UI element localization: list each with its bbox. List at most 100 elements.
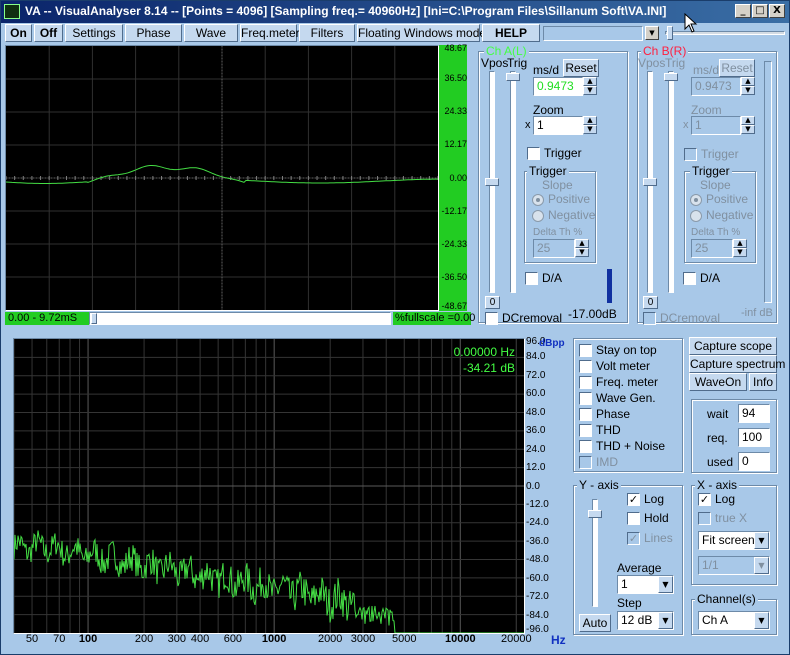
truex-checkbox[interactable] xyxy=(698,512,711,525)
cha-reset-button[interactable]: Reset xyxy=(563,59,599,77)
auto-button[interactable]: Auto xyxy=(579,614,611,632)
chb-negative-radio[interactable] xyxy=(690,210,702,222)
top-slider-track[interactable] xyxy=(665,31,785,35)
spectrum-y-tick: 72.0 xyxy=(526,369,546,381)
spectrum-y-tick: -36.0 xyxy=(526,535,549,547)
info-button[interactable]: Info xyxy=(749,373,777,391)
on-button[interactable]: On xyxy=(5,24,32,42)
average-dropdown-icon[interactable]: ▼ xyxy=(658,576,673,593)
cha-zoom-input[interactable]: 1 xyxy=(533,116,583,135)
chb-dcremoval-label: DCremoval xyxy=(660,311,721,325)
cha-trigger-checkbox[interactable] xyxy=(527,147,540,160)
chb-deltath-label: Delta Th % xyxy=(691,227,741,238)
chb-reset-button[interactable]: Reset xyxy=(719,59,755,77)
step-select[interactable]: 12 dB ▼ xyxy=(617,611,674,630)
scope-y-tick: 48.67 xyxy=(444,43,467,53)
waveon-button[interactable]: WaveOn xyxy=(689,373,747,391)
ratio-select[interactable]: 1/1 ▼ xyxy=(698,556,770,575)
average-select[interactable]: 1 ▼ xyxy=(617,575,674,594)
channels-dropdown-icon[interactable]: ▼ xyxy=(754,612,769,629)
cha-negative-radio[interactable] xyxy=(532,210,544,222)
help-button[interactable]: HELP xyxy=(482,24,540,42)
wait-value: 94 xyxy=(738,404,770,423)
status-dropdown-arrow[interactable]: ▼ xyxy=(645,26,659,40)
cha-zoom-spinner[interactable]: ▲ ▼ xyxy=(583,116,597,135)
chb-dcremoval-checkbox[interactable] xyxy=(643,312,656,325)
cha-msd-input[interactable]: 0.9473 xyxy=(533,77,583,96)
phase-checkbox[interactable] xyxy=(579,408,592,421)
spectrum-x-tick: 20000 xyxy=(500,633,532,645)
volt-meter-checkbox[interactable] xyxy=(579,360,592,373)
chb-da-checkbox[interactable] xyxy=(683,272,696,285)
freq-meter-checkbox[interactable] xyxy=(579,376,592,389)
scope-y-tick: -48.67 xyxy=(441,301,467,311)
cha-deltath-input[interactable]: 25 xyxy=(533,239,575,258)
cha-deltath-spinner[interactable]: ▲ ▼ xyxy=(575,239,589,258)
ratio-dropdown-icon[interactable]: ▼ xyxy=(754,557,769,574)
scope-y-tick: -12.17 xyxy=(441,205,467,216)
capture-spectrum-button[interactable]: Capture spectrum xyxy=(689,355,785,373)
cha-trig-slider[interactable] xyxy=(510,71,516,293)
floating-windows-button[interactable]: Floating Windows mode xyxy=(357,24,486,42)
maximize-button[interactable]: □ xyxy=(752,4,768,18)
cha-zero-button[interactable]: 0 xyxy=(485,296,500,309)
spectrum-db-readout: -34.21 dB xyxy=(462,361,515,375)
freqmeter-button[interactable]: Freq.meter xyxy=(240,24,300,42)
fit-screen-dropdown-icon[interactable]: ▼ xyxy=(754,532,769,549)
channels-select[interactable]: Ch A ▼ xyxy=(698,611,770,630)
cha-deltath-label: Delta Th % xyxy=(533,227,583,238)
mouse-cursor-icon xyxy=(684,13,698,33)
time-scroll-thumb[interactable] xyxy=(91,313,97,324)
top-slider-thumb[interactable] xyxy=(667,26,673,40)
stay-on-top-label: Stay on top xyxy=(596,343,657,357)
off-button[interactable]: Off xyxy=(34,24,63,42)
chb-deltath-input[interactable]: 25 xyxy=(691,239,733,258)
imd-checkbox[interactable] xyxy=(579,456,592,469)
cha-vpos-label: Vpos xyxy=(481,56,509,70)
thd-noise-checkbox[interactable] xyxy=(579,440,592,453)
x-log-checkbox[interactable]: ✓ xyxy=(698,493,711,506)
chb-trigger-checkbox[interactable] xyxy=(684,148,697,161)
chb-zero-button[interactable]: 0 xyxy=(643,296,658,309)
capture-scope-button[interactable]: Capture scope xyxy=(689,337,777,355)
wave-button[interactable]: Wave xyxy=(184,24,238,42)
spectrum-x-tick: 70 xyxy=(53,633,66,645)
y-axis-slider-thumb[interactable] xyxy=(588,510,602,518)
chb-zoom-input[interactable]: 1 xyxy=(691,116,741,135)
phase-button[interactable]: Phase xyxy=(125,24,182,42)
cha-positive-radio[interactable] xyxy=(532,194,544,206)
time-scroll-track[interactable] xyxy=(89,312,391,325)
chb-msd-spinner[interactable]: ▲ ▼ xyxy=(741,77,755,96)
chb-zoom-spinner[interactable]: ▲ ▼ xyxy=(741,116,755,135)
cha-negative-label: Negative xyxy=(548,208,596,222)
lines-label: Lines xyxy=(644,531,673,545)
step-dropdown-icon[interactable]: ▼ xyxy=(658,612,673,629)
step-value: 12 dB xyxy=(621,613,653,627)
visualanalyser-window: VA -- VisualAnalyser 8.14 -- [Points = 4… xyxy=(0,0,790,655)
hold-checkbox[interactable] xyxy=(627,512,640,525)
close-button[interactable]: X xyxy=(769,4,785,18)
cha-positive-label: Positive xyxy=(548,192,591,206)
minimize-button[interactable]: _ xyxy=(735,4,751,18)
stay-on-top-checkbox[interactable] xyxy=(579,344,592,357)
step-label: Step xyxy=(617,596,642,610)
chb-msd-input[interactable]: 0.9473 xyxy=(691,77,741,96)
cha-msd-spinner[interactable]: ▲ ▼ xyxy=(583,77,597,96)
cha-level-bar xyxy=(607,269,612,303)
chb-vpos-thumb[interactable] xyxy=(643,178,657,186)
chb-positive-radio[interactable] xyxy=(690,194,702,206)
chb-deltath-spinner[interactable]: ▲ ▼ xyxy=(733,239,747,258)
settings-button[interactable]: Settings xyxy=(65,24,123,42)
cha-vpos-thumb[interactable] xyxy=(485,178,499,186)
chb-trig-thumb[interactable] xyxy=(664,73,678,81)
lines-checkbox[interactable]: ✓ xyxy=(627,532,640,545)
cha-dcremoval-checkbox[interactable] xyxy=(485,312,498,325)
thd-checkbox[interactable] xyxy=(579,424,592,437)
chb-trig-slider[interactable] xyxy=(668,71,674,293)
fit-screen-select[interactable]: Fit screen ▼ xyxy=(698,531,770,550)
wave-gen-checkbox[interactable] xyxy=(579,392,592,405)
y-log-checkbox[interactable]: ✓ xyxy=(627,493,640,506)
filters-button[interactable]: Filters xyxy=(299,24,355,42)
cha-da-checkbox[interactable] xyxy=(525,272,538,285)
cha-trig-thumb[interactable] xyxy=(506,73,520,81)
